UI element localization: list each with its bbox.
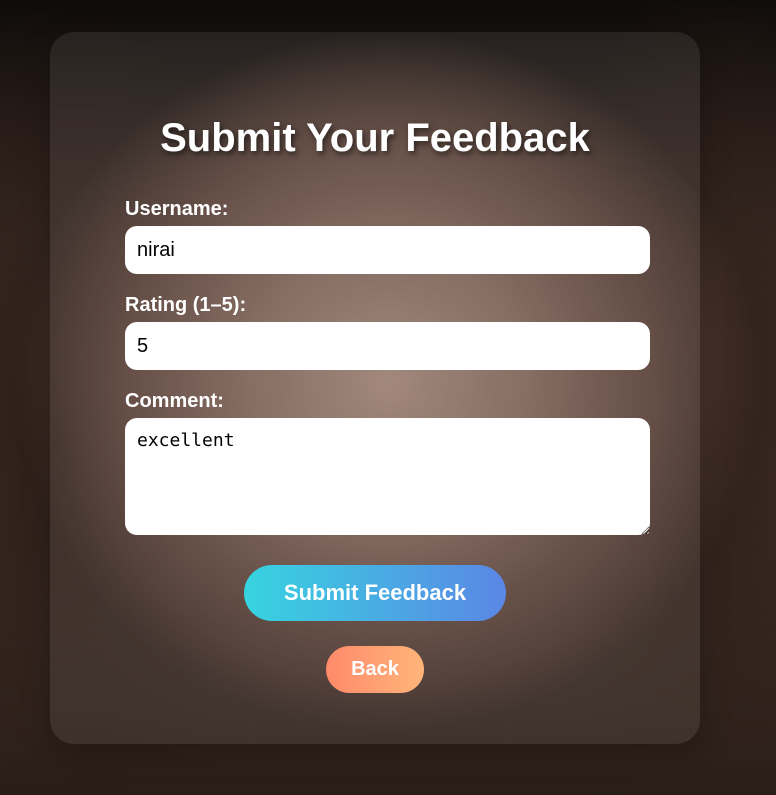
username-label: Username:: [125, 198, 229, 220]
username-input[interactable]: [125, 226, 650, 274]
submit-feedback-button[interactable]: Submit Feedback: [244, 565, 506, 621]
comment-textarea[interactable]: excellent: [125, 418, 650, 535]
feedback-form: Username: Rating (1–5): Comment: excelle…: [125, 198, 650, 535]
comment-label: Comment:: [125, 390, 224, 412]
back-button[interactable]: Back: [326, 646, 424, 693]
feedback-card: Submit Your Feedback Username: Rating (1…: [50, 32, 700, 744]
rating-input[interactable]: [125, 322, 650, 370]
page-title: Submit Your Feedback: [160, 116, 590, 160]
rating-label: Rating (1–5):: [125, 294, 247, 316]
